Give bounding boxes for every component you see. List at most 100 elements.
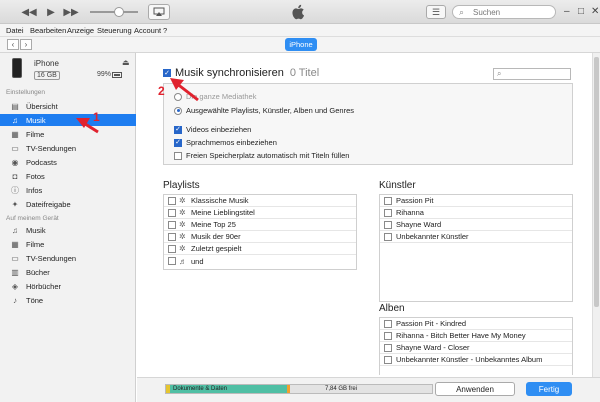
item-checkbox[interactable] — [168, 244, 176, 253]
option-fill-space[interactable]: Freien Speicherplatz automatisch mit Tit… — [174, 151, 349, 160]
smart-playlist-icon: ✲ — [179, 196, 186, 205]
sidebar-item-label: Musik — [26, 115, 46, 125]
option-selected[interactable]: Ausgewählte Playlists, Künstler, Alben u… — [174, 106, 354, 115]
item-checkbox[interactable] — [384, 232, 392, 241]
sidebar-item-info[interactable]: ⓘ Infos — [0, 184, 136, 196]
list-item[interactable]: ✲ Klassische Musik — [164, 195, 356, 207]
list-item[interactable]: ✲ Zuletzt gespielt — [164, 243, 356, 255]
item-checkbox[interactable] — [384, 331, 392, 340]
sidebar-item-file-sharing[interactable]: ✦ Dateifreigabe — [0, 198, 136, 210]
item-checkbox[interactable] — [168, 196, 176, 205]
list-item[interactable]: Unbekannter Künstler — [380, 231, 572, 243]
sidebar-item-label: Filme — [26, 239, 45, 249]
sync-music-row[interactable]: ✓ Musik synchronisieren 0 Titel — [163, 66, 319, 80]
device-button[interactable]: iPhone — [285, 38, 317, 51]
menu-anzeige[interactable]: Anzeige — [67, 26, 94, 35]
option-entire-library[interactable]: Die ganze Mediathek — [174, 92, 256, 101]
sidebar: iPhone 16 GB 99% ⏏ Einstellungen ▤ Übersi… — [0, 53, 136, 402]
sidebar-item-device-music[interactable]: ♫ Musik — [0, 224, 136, 236]
item-checkbox[interactable] — [384, 355, 392, 364]
selected-items-radio[interactable] — [174, 106, 182, 115]
audiobook-icon: ◈ — [11, 281, 19, 291]
list-item[interactable]: Passion Pit — [380, 195, 572, 207]
item-checkbox[interactable] — [384, 343, 392, 352]
fast-forward-icon[interactable]: ▶▶ — [63, 5, 78, 19]
sidebar-item-music[interactable]: ♫ Musik — [0, 114, 136, 126]
sidebar-item-photos[interactable]: ◘ Fotos — [0, 170, 136, 182]
sidebar-item-tv[interactable]: ▭ TV-Sendungen — [0, 142, 136, 154]
menu-steuerung[interactable]: Steuerung — [97, 26, 132, 35]
smart-playlist-icon: ✲ — [179, 220, 186, 229]
list-item[interactable]: Rihanna — [380, 207, 572, 219]
apply-button[interactable]: Anwenden — [435, 382, 515, 396]
airplay-button[interactable] — [148, 4, 170, 20]
summary-icon: ▤ — [11, 101, 19, 111]
volume-knob[interactable] — [114, 7, 124, 17]
done-button[interactable]: Fertig — [526, 382, 572, 396]
sidebar-item-device-audiobooks[interactable]: ◈ Hörbücher — [0, 280, 136, 292]
item-label: Meine Lieblingstitel — [191, 208, 255, 217]
scrollbar-thumb[interactable] — [594, 57, 599, 307]
sidebar-item-summary[interactable]: ▤ Übersicht — [0, 100, 136, 112]
music-search-input[interactable]: ⌕ — [493, 68, 571, 80]
sync-music-checkbox[interactable]: ✓ — [163, 69, 171, 77]
list-item[interactable]: ✲ Musik der 90er — [164, 231, 356, 243]
albums-title: Alben — [379, 303, 405, 314]
sidebar-item-device-books[interactable]: ▥ Bücher — [0, 266, 136, 278]
list-item[interactable]: Unbekannter Künstler - Unbekanntes Album — [380, 354, 572, 366]
item-checkbox[interactable] — [168, 208, 176, 217]
annotation-number-2: 2 — [158, 84, 165, 98]
sidebar-item-device-tones[interactable]: ♪ Töne — [0, 294, 136, 306]
list-item[interactable]: ✲ Meine Top 25 — [164, 219, 356, 231]
search-placeholder: Suchen — [473, 8, 501, 17]
option-videos[interactable]: ✓ Videos einbeziehen — [174, 125, 251, 134]
chevron-left-icon: ‹ — [11, 40, 15, 49]
menu-datei[interactable]: Datei — [6, 26, 24, 35]
sidebar-item-podcasts[interactable]: ◉ Podcasts — [0, 156, 136, 168]
option-voice-memos[interactable]: ✓ Sprachmemos einbeziehen — [174, 138, 277, 147]
eject-icon[interactable]: ⏏ — [122, 58, 130, 67]
minimize-icon[interactable]: – — [564, 6, 570, 17]
voice-memos-checkbox[interactable]: ✓ — [174, 138, 182, 147]
sidebar-item-label: TV-Sendungen — [26, 253, 77, 263]
list-item[interactable]: Shayne Ward — [380, 219, 572, 231]
play-icon[interactable]: ▶ — [44, 5, 58, 19]
item-checkbox[interactable] — [384, 208, 392, 217]
fill-space-checkbox[interactable] — [174, 151, 182, 160]
menu-account[interactable]: Account — [134, 26, 161, 35]
sidebar-item-device-tv[interactable]: ▭ TV-Sendungen — [0, 252, 136, 264]
sidebar-item-movies[interactable]: ▦ Filme — [0, 128, 136, 140]
close-icon[interactable]: ✕ — [591, 6, 599, 17]
item-checkbox[interactable] — [168, 257, 176, 265]
menu-help[interactable]: ? — [163, 26, 167, 35]
entire-library-radio[interactable] — [174, 92, 182, 101]
menu-bearbeiten[interactable]: Bearbeiten — [30, 26, 66, 35]
list-view-button[interactable]: ☰ — [426, 5, 446, 19]
search-input[interactable]: ⌕ Suchen — [452, 5, 556, 19]
videos-checkbox[interactable]: ✓ — [174, 125, 182, 134]
item-label: Rihanna — [396, 208, 424, 217]
maximize-icon[interactable]: □ — [578, 6, 584, 17]
sidebar-item-label: Infos — [26, 185, 43, 195]
item-checkbox[interactable] — [168, 220, 176, 229]
rewind-icon[interactable]: ◀◀ — [21, 5, 36, 19]
item-label: Zuletzt gespielt — [191, 244, 242, 253]
item-checkbox[interactable] — [384, 319, 392, 328]
forward-button[interactable]: › — [20, 39, 32, 50]
list-item[interactable]: Passion Pit - Kindred — [380, 318, 572, 330]
item-checkbox[interactable] — [384, 220, 392, 229]
item-checkbox[interactable] — [168, 232, 176, 241]
sidebar-item-device-movies[interactable]: ▦ Filme — [0, 238, 136, 250]
sidebar-item-label: TV-Sendungen — [26, 143, 77, 153]
list-item[interactable]: Rihanna - Bitch Better Have My Money — [380, 330, 572, 342]
list-item[interactable]: ✲ Meine Lieblingstitel — [164, 207, 356, 219]
item-checkbox[interactable] — [384, 196, 392, 205]
main-scrollbar[interactable] — [592, 53, 600, 377]
option-label: Freien Speicherplatz automatisch mit Tit… — [186, 151, 350, 160]
list-item[interactable]: ♬ und — [164, 255, 356, 267]
film-icon: ▦ — [11, 129, 19, 139]
device-row[interactable]: iPhone 16 GB 99% ⏏ — [0, 53, 136, 93]
back-button[interactable]: ‹ — [7, 39, 19, 50]
list-item[interactable]: Shayne Ward - Closer — [380, 342, 572, 354]
playlist-icon: ♬ — [179, 256, 187, 266]
